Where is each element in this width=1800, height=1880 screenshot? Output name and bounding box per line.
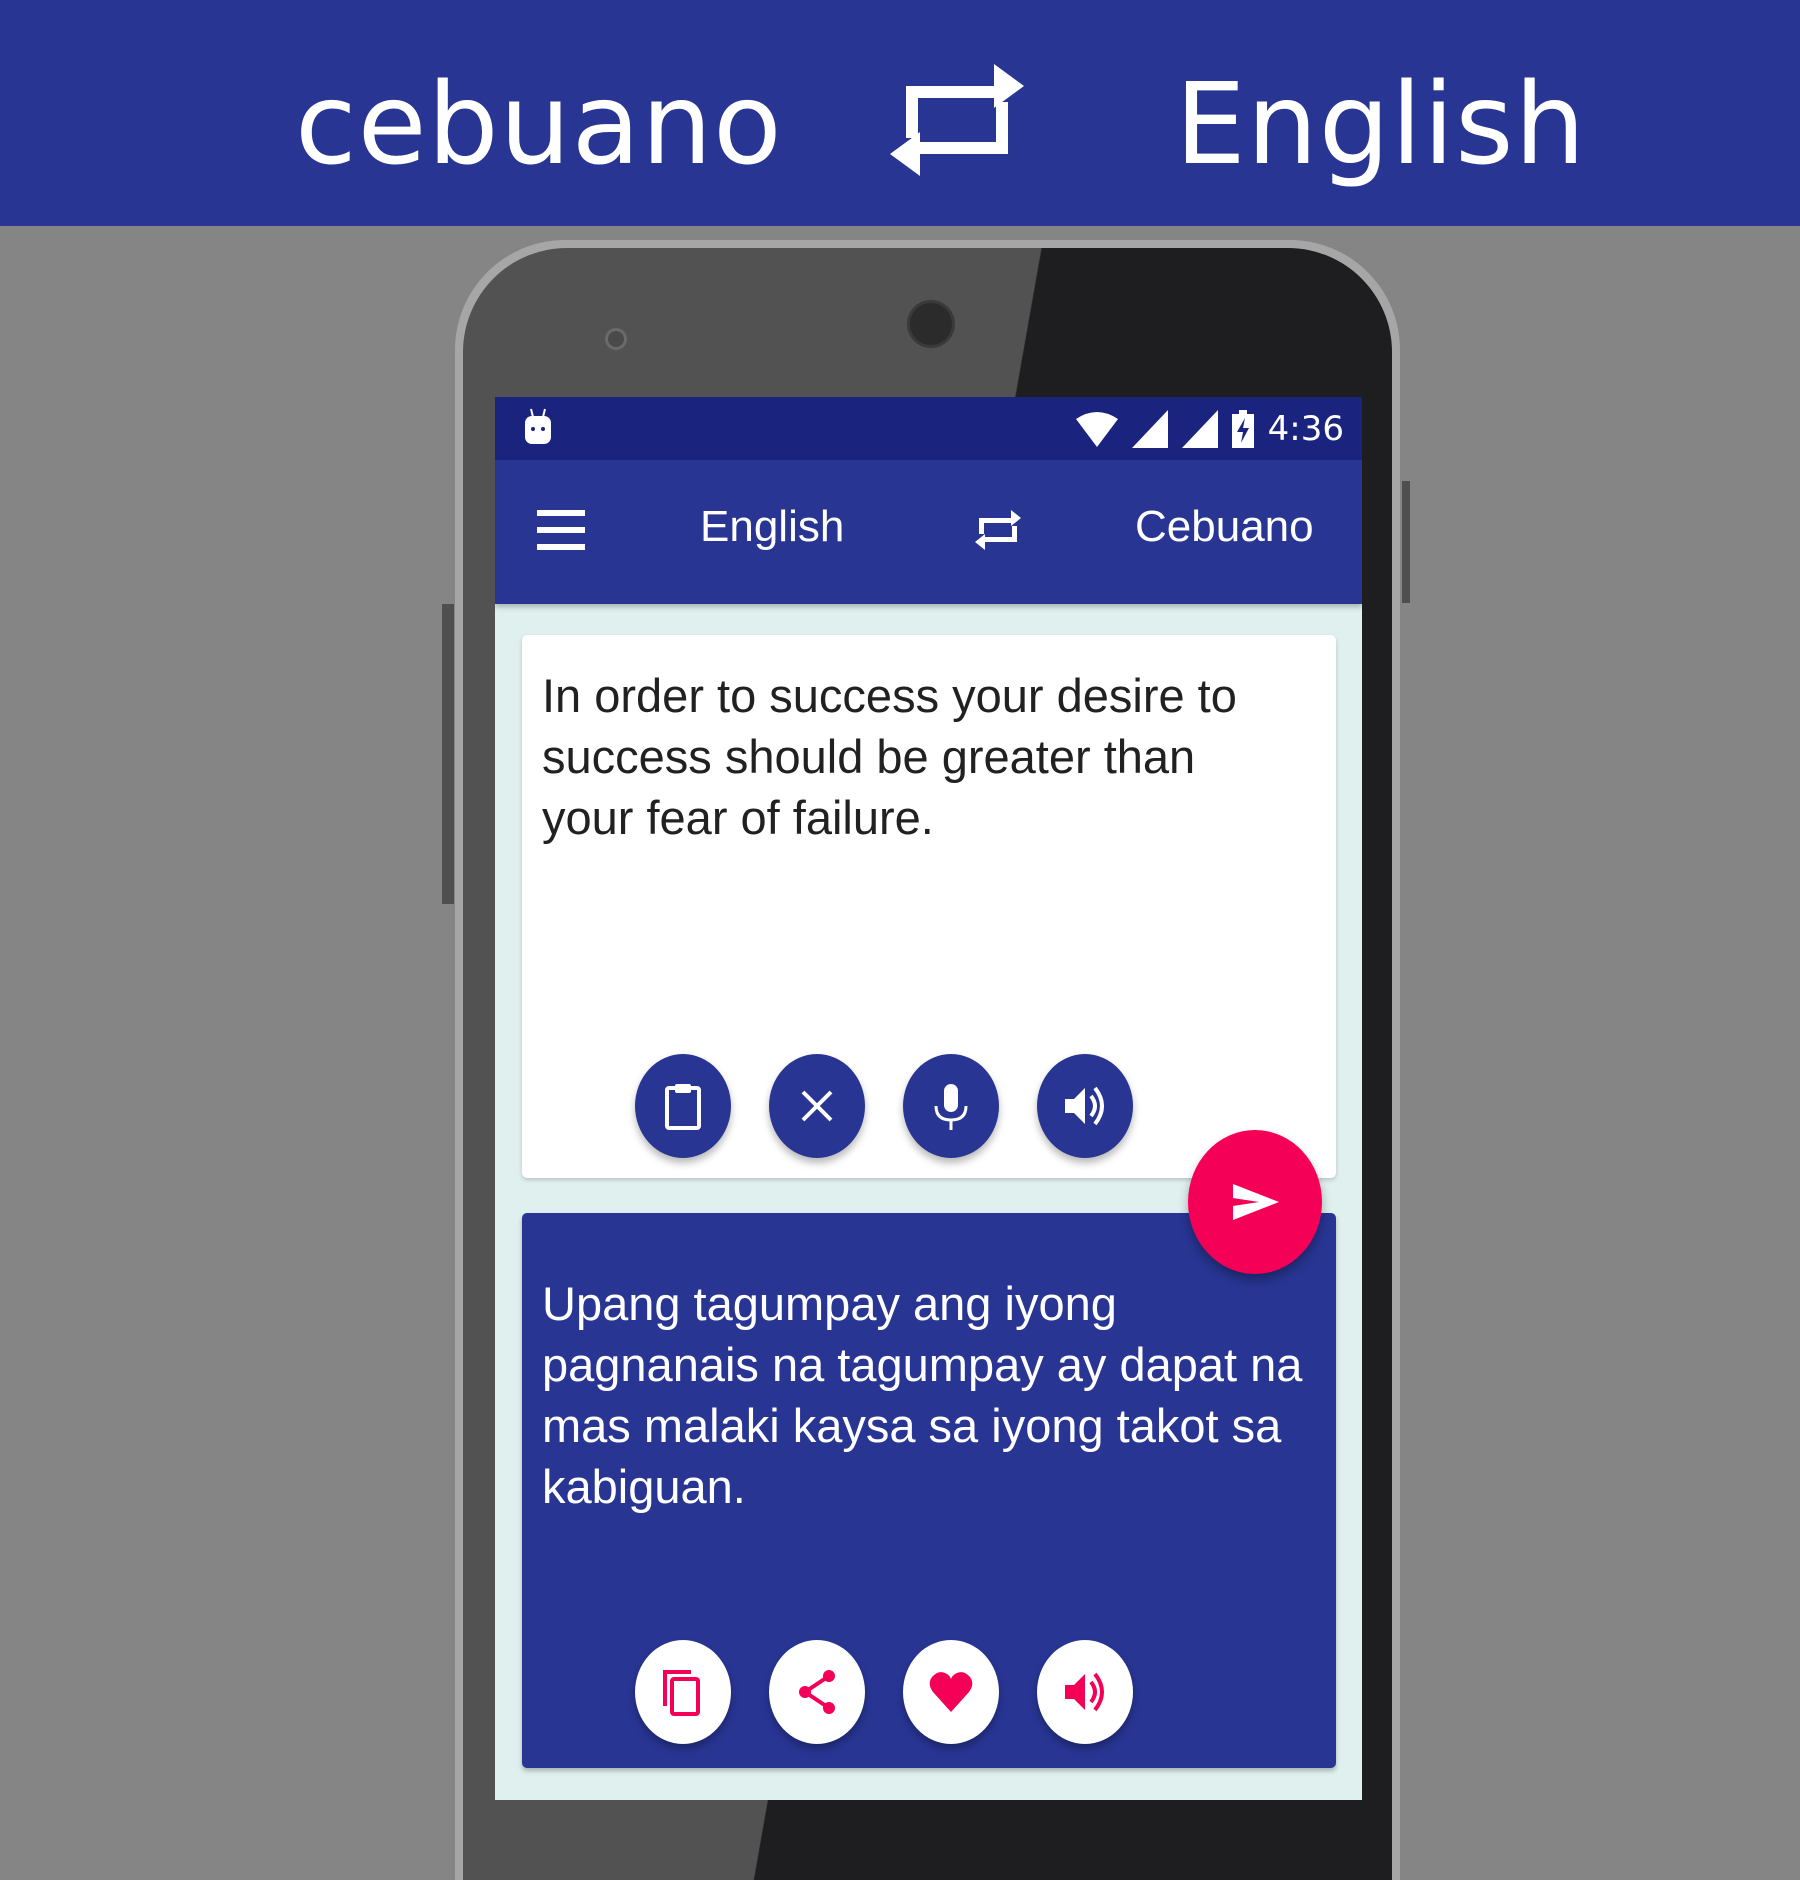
input-card: In order to success your desire to succe… [522, 635, 1336, 1178]
output-actions [522, 1640, 1336, 1744]
status-bar: 4:36 [495, 397, 1362, 460]
translate-button[interactable] [1188, 1130, 1322, 1274]
copy-icon [663, 1670, 700, 1716]
battery-charging-icon [1231, 410, 1254, 448]
promo-banner: cebuano English [0, 0, 1800, 226]
banner-source-language: cebuano [295, 60, 783, 190]
app-toolbar: English Cebuano [495, 460, 1362, 604]
phone-sensor [605, 328, 627, 350]
paste-button[interactable] [635, 1054, 731, 1158]
output-card: Upang tagumpay ang iyong pagnanais na ta… [522, 1213, 1336, 1768]
speaker-icon [1065, 1086, 1104, 1126]
send-icon [1233, 1184, 1279, 1220]
target-language-selector[interactable]: Cebuano [1135, 502, 1314, 552]
app-screen: 4:36 English Cebuano In order to success… [495, 397, 1362, 1800]
close-icon [801, 1090, 833, 1122]
phone-side-button-left [442, 604, 454, 904]
speaker-icon [1065, 1672, 1104, 1712]
source-language-selector[interactable]: English [700, 502, 844, 552]
voice-input-button[interactable] [903, 1054, 999, 1158]
source-text-input[interactable]: In order to success your desire to succe… [542, 665, 1296, 848]
translated-text: Upang tagumpay ang iyong pagnanais na ta… [542, 1277, 1303, 1513]
input-actions [522, 1054, 1336, 1158]
favorite-button[interactable] [903, 1640, 999, 1744]
share-button[interactable] [769, 1640, 865, 1744]
clear-button[interactable] [769, 1054, 865, 1158]
phone-front-camera [907, 300, 955, 348]
clipboard-icon [665, 1084, 701, 1130]
hamburger-menu-icon[interactable] [537, 510, 585, 550]
speak-translation-button[interactable] [1037, 1640, 1133, 1744]
copy-button[interactable] [635, 1640, 731, 1744]
banner-target-language: English [1175, 60, 1587, 190]
signal-icon [1131, 410, 1168, 448]
android-notification-icon [525, 408, 551, 444]
status-time: 4:36 [1267, 409, 1344, 449]
share-icon [799, 1670, 835, 1714]
speak-source-button[interactable] [1037, 1054, 1133, 1158]
swap-arrows-icon [890, 64, 1024, 176]
phone-side-button-right [1402, 481, 1410, 603]
wifi-icon [1075, 412, 1118, 447]
heart-icon [929, 1672, 973, 1712]
microphone-icon [934, 1084, 968, 1130]
swap-languages-button[interactable] [973, 504, 1023, 556]
signal-icon [1181, 410, 1218, 448]
